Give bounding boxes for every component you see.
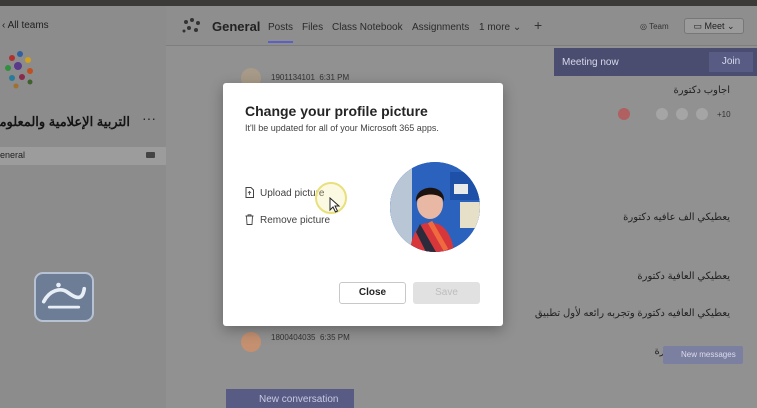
join-button[interactable]: Join (709, 52, 753, 72)
new-conversation-button[interactable]: New conversation (226, 389, 354, 408)
channel-title: General (212, 19, 261, 34)
team-label: Team (649, 22, 669, 31)
mouse-cursor-icon (329, 197, 341, 213)
remove-picture-label: Remove picture (260, 215, 331, 226)
message-text: يعطيكي الف عافيه دكتورة (623, 212, 730, 223)
meet-label: Meet (704, 21, 725, 31)
message-meta: 1800404035 6:35 PM (271, 333, 350, 342)
team-more-options-icon[interactable]: ··· (142, 110, 156, 126)
tab-files[interactable]: Files (302, 22, 323, 33)
remove-picture-button[interactable]: Remove picture (245, 214, 330, 226)
meet-button[interactable]: ▭ Meet ⌄ (684, 18, 744, 34)
all-teams-label: All teams (7, 20, 49, 31)
add-tab-icon[interactable]: + (534, 17, 542, 33)
tab-class-notebook[interactable]: Class Notebook (332, 22, 403, 33)
reaction-count: +10 (717, 110, 731, 119)
avatar (618, 108, 630, 120)
tab-assignments[interactable]: Assignments (412, 22, 469, 33)
message-text: يعطيكي العافيه دكتورة وتجربه رائعه لأول … (534, 308, 730, 319)
message-text: اجاوب دكتورة (673, 85, 731, 96)
profile-picture (390, 162, 480, 252)
close-button[interactable]: Close (339, 282, 406, 304)
channel-label: eneral (0, 150, 26, 160)
team-name[interactable]: التربية الإعلامية والمعلوما (0, 114, 130, 130)
timestamp: 6:35 PM (319, 333, 350, 342)
team-avatar (5, 51, 33, 89)
tab-posts[interactable]: Posts (268, 22, 294, 43)
video-icon (146, 152, 155, 158)
avatar (656, 108, 668, 120)
channel-header: General Posts Files Class Notebook Assig… (166, 6, 757, 46)
watermark-logo (34, 272, 94, 322)
dialog-subtitle: It'll be updated for all of your Microso… (245, 123, 439, 133)
team-info-button[interactable]: ◎ Team (640, 22, 669, 31)
channel-general[interactable]: eneral (0, 147, 166, 165)
sender-id: 1800404035 (271, 333, 316, 342)
timestamp: 6:31 PM (319, 73, 350, 82)
change-profile-picture-dialog: Change your profile picture It'll be upd… (223, 83, 503, 326)
message-text: يعطيكي العافية دكتورة (637, 271, 730, 282)
avatar (676, 108, 688, 120)
new-messages-button[interactable]: New messages (663, 346, 743, 364)
teams-sidebar: ‹ All teams التربية الإعلامية والمعلوما … (0, 6, 166, 408)
all-teams-link[interactable]: ‹ All teams (2, 20, 49, 31)
tab-more[interactable]: 1 more ⌄ (479, 22, 521, 33)
avatar (241, 332, 261, 352)
upload-picture-button[interactable]: Upload picture (245, 187, 324, 199)
upload-icon (245, 187, 254, 198)
sender-id: 1901134101 (271, 73, 315, 82)
channel-team-icon (182, 18, 200, 33)
meeting-banner: Meeting now Join (554, 48, 757, 76)
dialog-title: Change your profile picture (245, 103, 428, 119)
meeting-now-label: Meeting now (562, 57, 619, 68)
avatar (696, 108, 708, 120)
message-meta: 1901134101 6:31 PM (271, 73, 349, 82)
save-button[interactable]: Save (413, 282, 480, 304)
trash-icon (245, 214, 254, 225)
